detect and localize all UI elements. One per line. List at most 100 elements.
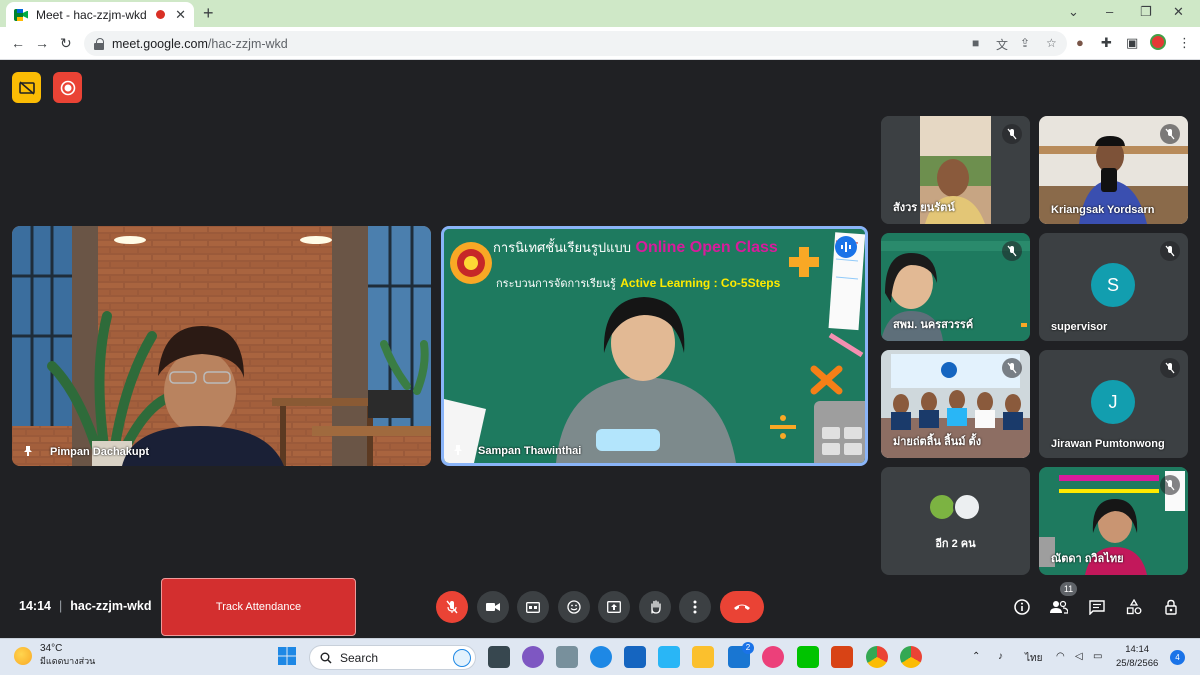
reactions-button[interactable] [558, 591, 590, 623]
slide-title: การนิเทศชั้นเรียนรูปแบบ Online Open Clas… [493, 237, 778, 258]
chrome-app-icon[interactable] [866, 646, 888, 668]
clock-time: 14:14 [1125, 644, 1150, 655]
recording-button[interactable] [53, 72, 82, 103]
url-path: /hac-zzjm-wkd [207, 36, 288, 51]
chat-button[interactable] [1086, 596, 1108, 618]
camera-in-use-icon[interactable]: ■ [972, 36, 979, 50]
leave-call-button[interactable] [720, 591, 764, 623]
input-language[interactable]: ไทย [1025, 651, 1042, 666]
participant-tile-supervisor[interactable]: S supervisor [1039, 233, 1188, 341]
mic-off-icon [446, 600, 458, 614]
avatar: S [1091, 263, 1135, 307]
meeting-details-button[interactable] [1011, 596, 1033, 618]
notification-badge[interactable]: 4 [1170, 650, 1185, 665]
mic-off-icon [1002, 358, 1022, 378]
avatar [928, 493, 956, 521]
lock-person-icon [1165, 599, 1177, 615]
more-people-label: อีก 2 คน [935, 538, 976, 550]
participant-tile-kriangsak[interactable]: Kriangsak Yordsarn [1039, 116, 1188, 224]
taskbar-search[interactable]: Search [309, 645, 476, 670]
windows-start-icon[interactable] [277, 646, 299, 668]
app-l-icon[interactable] [658, 646, 680, 668]
people-button[interactable] [1048, 596, 1070, 618]
participants-count-badge: 11 [1060, 582, 1077, 596]
system-clock[interactable]: 14:14 25/8/2566 [1116, 643, 1158, 671]
participant-tile-sangworn[interactable]: สังวร ยนรัตน์ [881, 116, 1030, 224]
recording-indicator-icon [156, 10, 166, 19]
host-controls-button[interactable] [1160, 596, 1182, 618]
participant-tile-spm-nakhonsawan[interactable]: สพม. นครสวรรค์ [881, 233, 1030, 341]
chrome-app-icon-active[interactable] [900, 646, 922, 668]
tray-chevron-icon[interactable]: ⌃ [972, 651, 980, 662]
battery-icon[interactable]: ▭ [1093, 651, 1102, 662]
profile-avatar[interactable] [1150, 34, 1166, 50]
raise-hand-button[interactable] [639, 591, 671, 623]
avatar: J [1091, 380, 1135, 424]
extension-icon[interactable]: ● [1076, 35, 1084, 50]
chrome-menu-icon[interactable]: ⋮ [1178, 35, 1191, 51]
reload-icon[interactable]: ↻ [60, 35, 72, 52]
word-app-icon[interactable] [624, 646, 646, 668]
more-participants-tile[interactable]: อีก 2 คน [881, 467, 1030, 575]
mic-off-icon [1160, 124, 1180, 144]
browser-tab-meet[interactable]: Meet - hac-zzjm-wkd ✕ [6, 2, 194, 27]
translate-icon[interactable]: 文 [996, 36, 1008, 53]
new-tab-button[interactable]: + [203, 3, 214, 24]
activities-button[interactable] [1123, 596, 1145, 618]
file-explorer-icon[interactable] [692, 646, 714, 668]
chat-app-icon[interactable] [522, 646, 544, 668]
window-close-button[interactable]: ✕ [1173, 4, 1184, 20]
captions-off-button[interactable] [12, 72, 41, 103]
pin-icon[interactable] [22, 445, 34, 457]
mail-app-icon[interactable]: 2 [728, 642, 754, 668]
participant-tile-room[interactable]: ม่ายถ่ตลิ้น ลิ้นม์ ตั้ง [881, 350, 1030, 458]
present-screen-icon [607, 601, 621, 613]
slide-subtitle: กระบวนการจัดการเรียนรู้ Active Learning … [496, 274, 780, 292]
window-minimize-button[interactable]: – [1106, 4, 1113, 19]
more-options-button[interactable] [679, 591, 711, 623]
tab-search-icon[interactable]: ⌄ [1068, 4, 1079, 20]
browser-toolbar: ← → ↻ meet.google.com/hac-zzjm-wkd ■ 文 ⇪… [0, 27, 1200, 60]
participant-tile-pimpan[interactable]: Pimpan Dachakupt [12, 226, 431, 466]
puzzle-extensions-icon[interactable]: ✚ [1101, 35, 1112, 51]
browser-tab-bar: Meet - hac-zzjm-wkd ✕ + ⌄ – ❐ ✕ [0, 0, 1200, 27]
pin-icon[interactable] [452, 444, 464, 456]
participant-tile-sampan[interactable]: การนิเทศชั้นเรียนรูปแบบ Online Open Clas… [441, 226, 868, 466]
edge-browser-icon[interactable] [590, 646, 612, 668]
lock-icon [94, 37, 104, 50]
speaker-icon[interactable]: ◁ [1075, 651, 1083, 662]
bookmark-star-icon[interactable]: ☆ [1046, 36, 1057, 50]
bing-icon [453, 649, 471, 667]
wifi-icon[interactable]: ◠ [1056, 651, 1065, 662]
slide-title-thai: การนิเทศชั้นเรียนรูปแบบ [493, 240, 632, 255]
weather-widget[interactable]: 34°C มีแดดบางส่วน [14, 643, 95, 668]
forward-arrow-icon[interactable]: → [35, 35, 49, 51]
line-app-icon[interactable] [797, 646, 819, 668]
task-view-icon[interactable] [488, 646, 510, 668]
snipping-tool-icon[interactable] [762, 646, 784, 668]
url-host: meet.google.com [112, 36, 208, 51]
track-attendance-button[interactable]: Track Attendance [161, 578, 356, 636]
tab-close-icon[interactable]: ✕ [175, 7, 186, 23]
address-bar[interactable]: meet.google.com/hac-zzjm-wkd [84, 31, 1067, 56]
participant-tile-jirawan[interactable]: J Jirawan Pumtonwong [1039, 350, 1188, 458]
window-maximize-button[interactable]: ❐ [1140, 4, 1152, 20]
captions-button[interactable] [517, 591, 549, 623]
slide-subtitle-highlight: Active Learning : Co-5Steps [620, 276, 781, 290]
speaking-indicator-icon [835, 236, 857, 258]
mic-off-icon [1160, 475, 1180, 495]
microphone-tray-icon[interactable]: ♪ [998, 651, 1003, 662]
participant-tile-nattada[interactable]: ณัตดา ถวิลไทย [1039, 467, 1188, 575]
camera-toggle-button[interactable] [477, 591, 509, 623]
info-icon [1014, 599, 1030, 615]
file-app-icon[interactable] [556, 646, 578, 668]
back-arrow-icon[interactable]: ← [11, 35, 25, 51]
meet-stage: Pimpan Dachakupt การนิเทศชั้นเรียนรูปแบบ… [0, 61, 1200, 638]
microphone-toggle-button[interactable] [436, 591, 468, 623]
share-icon[interactable]: ⇪ [1020, 36, 1030, 50]
present-screen-button[interactable] [598, 591, 630, 623]
tab-title: Meet - hac-zzjm-wkd [36, 7, 147, 22]
side-panel-icon[interactable]: ▣ [1126, 35, 1138, 51]
weather-temperature: 34°C [40, 643, 63, 654]
powerpoint-app-icon[interactable] [831, 646, 853, 668]
